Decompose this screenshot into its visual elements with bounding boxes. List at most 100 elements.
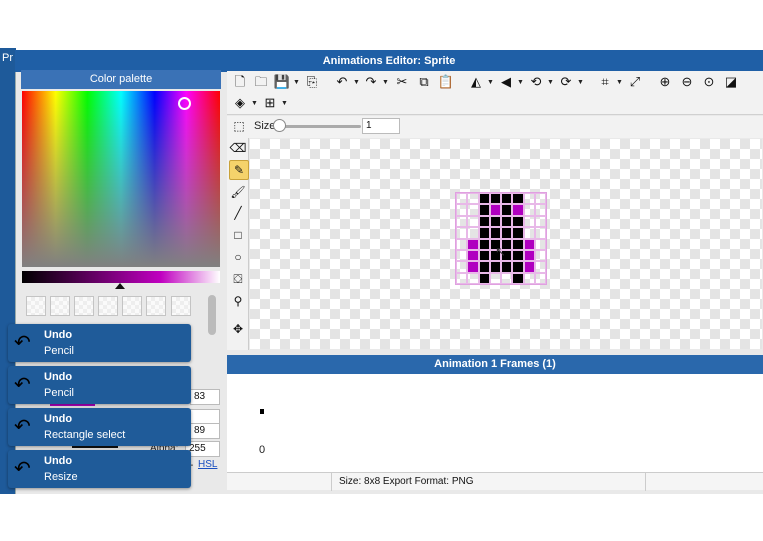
sprite-pixel[interactable] xyxy=(478,249,490,262)
crop-icon[interactable]: ⌗ xyxy=(596,73,614,91)
zoom-reset-icon[interactable]: ⊙ xyxy=(700,73,718,91)
sprite-pixel[interactable] xyxy=(512,249,524,262)
line-icon[interactable]: ╱ xyxy=(229,204,247,222)
color-picker-handle[interactable] xyxy=(178,97,191,110)
redo-icon[interactable]: ↷ xyxy=(362,73,380,91)
rotate-right-icon[interactable]: ⟳ xyxy=(557,73,575,91)
sprite-pixel[interactable] xyxy=(489,204,501,216)
grid-icon[interactable]: ⊞ xyxy=(261,94,279,112)
sprite-pixel[interactable] xyxy=(478,261,490,273)
rotate-right-dropdown-icon[interactable]: ▼ xyxy=(577,79,584,86)
sprite-pixel[interactable] xyxy=(512,204,524,216)
layers-dropdown-icon[interactable]: ▼ xyxy=(251,100,258,107)
sprite-pixel[interactable] xyxy=(456,204,468,216)
crop-dropdown-icon[interactable]: ▼ xyxy=(616,79,623,86)
palette-swatch[interactable] xyxy=(50,296,70,316)
sprite-pixel[interactable] xyxy=(456,238,468,250)
sprite-pixel[interactable] xyxy=(523,204,535,216)
color-spectrum[interactable] xyxy=(22,91,220,267)
sprite-pixel[interactable] xyxy=(534,272,546,284)
export-icon[interactable]: ⎘ xyxy=(303,73,321,91)
brightness-slider[interactable] xyxy=(22,271,220,283)
save-dropdown-icon[interactable]: ▼ xyxy=(293,79,300,86)
sprite-pixel[interactable] xyxy=(512,238,524,250)
sprite-pixel[interactable] xyxy=(534,238,546,250)
sprite-pixel[interactable] xyxy=(467,227,479,239)
sprite-pixel[interactable] xyxy=(489,272,501,284)
sprite-pixel[interactable] xyxy=(501,272,513,284)
sprite-pixel[interactable] xyxy=(467,249,479,262)
palette-swatch[interactable] xyxy=(146,296,166,316)
blue-field[interactable]: 89 xyxy=(190,423,220,439)
sprite-pixel[interactable] xyxy=(523,215,535,228)
eraser-icon[interactable]: ⌫ xyxy=(229,139,247,157)
sprite-pixel[interactable] xyxy=(467,238,479,250)
select-rect-icon[interactable]: ⬚ xyxy=(230,117,248,135)
sprite-pixel[interactable] xyxy=(534,193,546,205)
sprite-pixel[interactable] xyxy=(456,261,468,273)
sprite-pixel[interactable] xyxy=(501,227,513,239)
sprite-pixel[interactable] xyxy=(523,261,535,273)
undo-history-item[interactable]: ↶ Undo Resize xyxy=(8,450,191,488)
sprite-pixel[interactable] xyxy=(523,272,535,284)
undo-history-item[interactable]: ↶ Undo Rectangle select xyxy=(8,408,191,446)
sprite-pixel[interactable] xyxy=(456,227,468,239)
sprite-pixel[interactable] xyxy=(467,204,479,216)
sprite-pixel[interactable] xyxy=(456,193,468,205)
green-field[interactable]: 83 xyxy=(190,389,220,405)
resize-icon[interactable]: ⤢ xyxy=(626,73,644,91)
rectangle-icon[interactable]: □ xyxy=(229,226,247,244)
sprite-pixel[interactable] xyxy=(512,272,524,284)
sprite-pixel[interactable] xyxy=(456,249,468,262)
brightness-marker[interactable] xyxy=(115,283,125,289)
zoom-out-icon[interactable]: ⊖ xyxy=(678,73,696,91)
contrast-icon[interactable]: ◪ xyxy=(722,73,740,91)
sprite-pixel[interactable] xyxy=(501,204,513,216)
sprite-pixel[interactable] xyxy=(501,261,513,273)
sprite-pixel[interactable] xyxy=(456,272,468,284)
sprite-pixel[interactable] xyxy=(489,227,501,239)
grid-dropdown-icon[interactable]: ▼ xyxy=(281,100,288,107)
move-icon[interactable]: ✥ xyxy=(229,320,247,338)
fill-bucket-icon[interactable]: ⛋ xyxy=(229,270,247,288)
palette-swatch[interactable] xyxy=(74,296,94,316)
sprite-pixel[interactable] xyxy=(478,238,490,250)
sprite-pixel[interactable] xyxy=(467,193,479,205)
sprite-pixel[interactable] xyxy=(478,272,490,284)
sprite-pixel[interactable] xyxy=(478,204,490,216)
size-input[interactable]: 1 xyxy=(362,118,400,134)
flip-vertical-icon[interactable]: ◀ xyxy=(497,73,515,91)
save-icon[interactable]: 💾 xyxy=(273,73,291,91)
sprite-pixel[interactable] xyxy=(467,261,479,273)
cut-icon[interactable]: ✂ xyxy=(393,73,411,91)
sprite-pixel[interactable] xyxy=(489,193,501,205)
palette-scrollbar[interactable] xyxy=(208,295,216,335)
palette-swatch[interactable] xyxy=(122,296,142,316)
flip-vertical-dropdown-icon[interactable]: ▼ xyxy=(517,79,524,86)
palette-swatch[interactable] xyxy=(171,296,191,316)
hsl-link[interactable]: HSL xyxy=(198,459,217,470)
sprite-pixel[interactable] xyxy=(534,204,546,216)
sprite-pixel[interactable] xyxy=(523,227,535,239)
eyedropper-icon[interactable]: ⚲ xyxy=(229,292,247,310)
flip-horizontal-icon[interactable]: ◭ xyxy=(467,73,485,91)
ellipse-icon[interactable]: ○ xyxy=(229,248,247,266)
undo-dropdown-icon[interactable]: ▼ xyxy=(353,79,360,86)
sprite-pixel[interactable] xyxy=(478,215,490,228)
redo-dropdown-icon[interactable]: ▼ xyxy=(382,79,389,86)
sprite-pixel[interactable] xyxy=(523,238,535,250)
sprite-pixel[interactable] xyxy=(534,215,546,228)
sprite-pixel[interactable] xyxy=(534,227,546,239)
sprite-pixel[interactable] xyxy=(512,193,524,205)
undo-icon[interactable]: ↶ xyxy=(333,73,351,91)
palette-swatch[interactable] xyxy=(98,296,118,316)
sprite-pixel[interactable] xyxy=(478,193,490,205)
rotate-left-icon[interactable]: ⟲ xyxy=(527,73,545,91)
sprite-pixel[interactable] xyxy=(512,261,524,273)
size-slider-handle[interactable] xyxy=(273,119,286,132)
undo-history-item[interactable]: ↶ Undo Pencil xyxy=(8,324,191,362)
sprite-pixel[interactable] xyxy=(467,272,479,284)
rotate-left-dropdown-icon[interactable]: ▼ xyxy=(547,79,554,86)
flip-horizontal-dropdown-icon[interactable]: ▼ xyxy=(487,79,494,86)
sprite-pixel[interactable] xyxy=(512,215,524,228)
